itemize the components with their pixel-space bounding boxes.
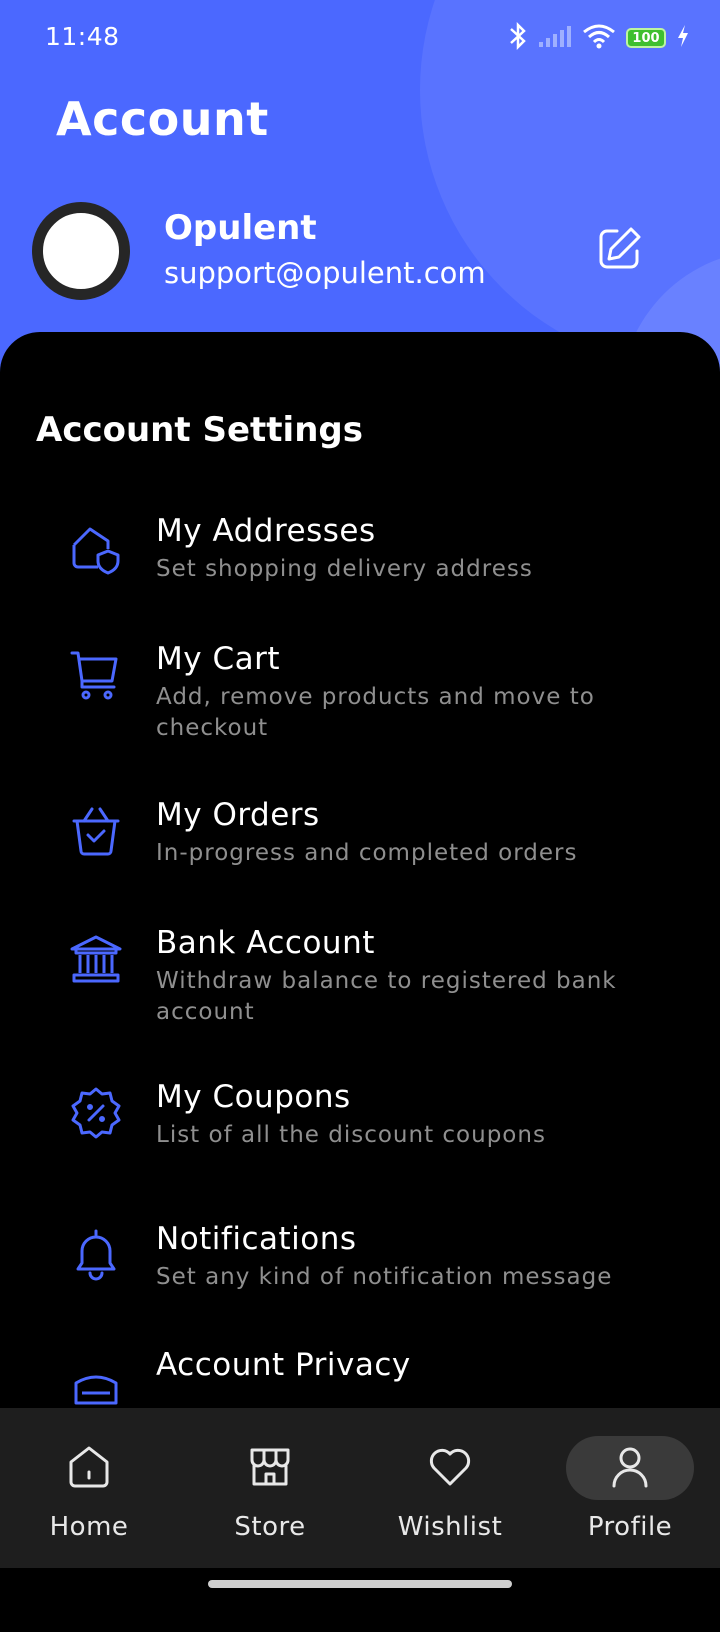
bank-icon — [56, 924, 136, 994]
charging-icon — [676, 24, 690, 52]
home-indicator[interactable] — [208, 1580, 512, 1588]
profile-email: support@opulent.com — [164, 256, 486, 290]
avatar[interactable] — [32, 202, 130, 300]
nav-label: Store — [234, 1512, 306, 1542]
battery-icon: 100 — [626, 28, 666, 48]
menu-title: My Addresses — [156, 513, 376, 549]
nav-label: Profile — [587, 1512, 673, 1542]
menu-title: My Coupons — [156, 1079, 351, 1115]
heart-icon — [426, 1436, 474, 1496]
nav-store[interactable]: Store — [205, 1436, 335, 1546]
home-shield-icon — [56, 512, 136, 582]
store-icon — [246, 1436, 294, 1496]
menu-item-notifications[interactable]: Notifications Set any kind of notificati… — [40, 1220, 700, 1293]
nav-label: Home — [49, 1512, 129, 1542]
basket-check-icon — [56, 796, 136, 866]
menu-item-my-coupons[interactable]: My Coupons List of all the discount coup… — [40, 1078, 700, 1151]
menu-title: Account Privacy — [156, 1347, 411, 1383]
account-header — [0, 0, 720, 380]
menu-subtitle: Set shopping delivery address — [156, 556, 533, 582]
menu-item-my-cart[interactable]: My Cart Add, remove products and move to… — [40, 640, 700, 744]
security-card-icon — [56, 1346, 136, 1416]
menu-subtitle: List of all the discount coupons — [156, 1122, 546, 1148]
discount-badge-icon — [56, 1078, 136, 1148]
page-title: Account — [56, 92, 269, 146]
nav-wishlist[interactable]: Wishlist — [385, 1436, 515, 1546]
nav-home[interactable]: Home — [24, 1436, 154, 1546]
menu-title: Bank Account — [156, 925, 375, 961]
signal-icon — [538, 24, 572, 52]
nav-label: Wishlist — [397, 1512, 503, 1542]
menu-item-bank-account[interactable]: Bank Account Withdraw balance to registe… — [40, 924, 700, 1028]
menu-subtitle: Add, remove products and move to checkou… — [156, 684, 595, 741]
menu-item-my-orders[interactable]: My Orders In-progress and completed orde… — [40, 796, 700, 869]
menu-title: Notifications — [156, 1221, 357, 1257]
nav-profile[interactable]: Profile — [565, 1436, 695, 1546]
edit-icon — [595, 225, 643, 277]
wifi-icon — [582, 23, 616, 53]
status-time: 11:48 — [45, 22, 120, 51]
section-title: Account Settings — [36, 410, 363, 450]
menu-subtitle: Set any kind of notification message — [156, 1264, 613, 1290]
menu-title: My Orders — [156, 797, 320, 833]
menu-title: My Cart — [156, 641, 280, 677]
home-icon — [65, 1436, 113, 1496]
bell-icon — [56, 1220, 136, 1290]
cart-icon — [56, 640, 136, 710]
bluetooth-icon — [508, 21, 528, 55]
menu-item-account-privacy[interactable]: Account Privacy — [40, 1346, 700, 1416]
profile-name: Opulent — [164, 208, 317, 248]
edit-profile-button[interactable] — [594, 226, 644, 276]
menu-subtitle: Withdraw balance to registered bank acco… — [156, 968, 617, 1025]
user-icon — [606, 1436, 654, 1496]
status-icons: 100 — [508, 20, 690, 56]
menu-subtitle: In-progress and completed orders — [156, 840, 578, 866]
menu-item-my-addresses[interactable]: My Addresses Set shopping delivery addre… — [40, 512, 700, 585]
